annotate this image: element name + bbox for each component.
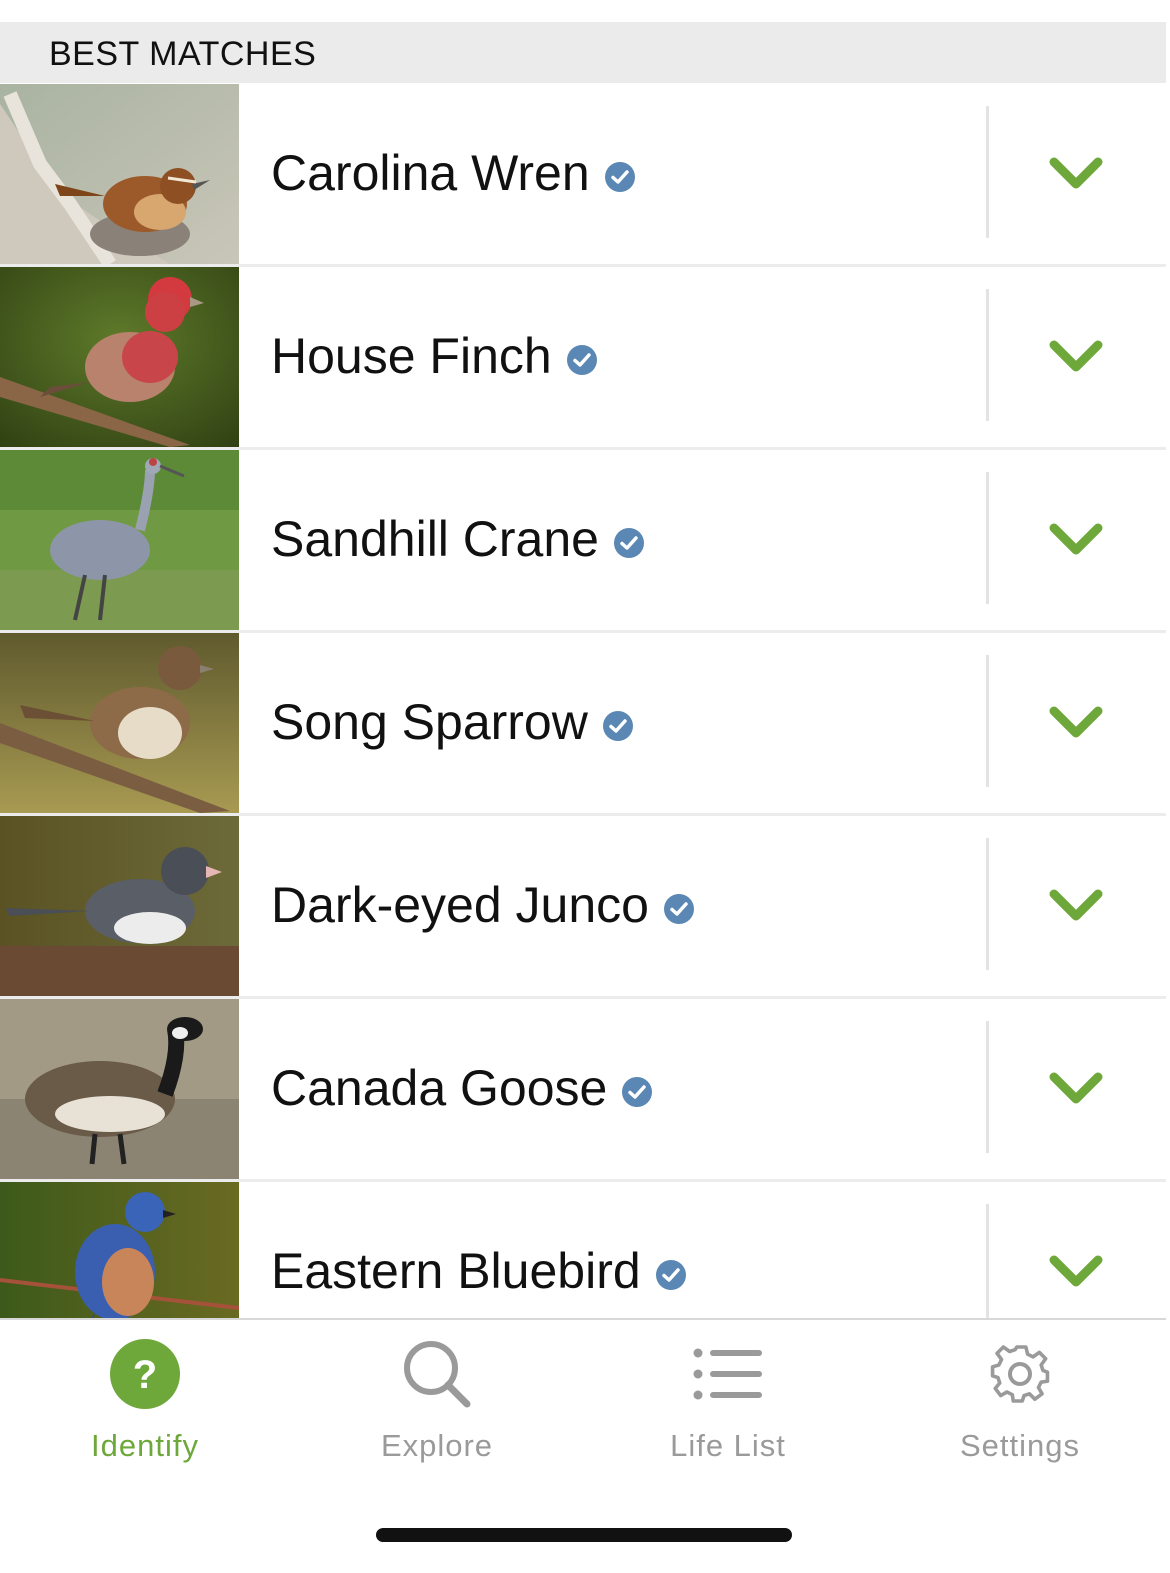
bird-name: Sandhill Crane bbox=[271, 510, 645, 568]
tab-label: Life List bbox=[670, 1428, 786, 1463]
row-divider bbox=[986, 1204, 989, 1322]
app-screen: BEST MATCHES Carolina Wren House Finch S… bbox=[0, 0, 1170, 1573]
bird-name: Dark-eyed Junco bbox=[271, 876, 695, 934]
verified-check-icon bbox=[602, 711, 633, 741]
tab-life-list[interactable]: Life List bbox=[628, 1338, 828, 1464]
row-divider bbox=[986, 289, 989, 421]
bird-photo bbox=[0, 450, 239, 630]
row-divider bbox=[986, 1021, 989, 1153]
bird-photo bbox=[0, 1182, 239, 1322]
chevron-down-icon[interactable] bbox=[1048, 156, 1104, 192]
verified-check-icon bbox=[655, 1260, 686, 1290]
home-indicator bbox=[376, 1528, 792, 1542]
tab-identify[interactable]: ? Identify bbox=[45, 1338, 245, 1464]
tab-label: Explore bbox=[380, 1428, 494, 1463]
search-icon bbox=[404, 1341, 471, 1408]
chevron-down-icon[interactable] bbox=[1048, 705, 1104, 741]
chevron-down-icon[interactable] bbox=[1048, 1071, 1104, 1107]
row-divider bbox=[986, 106, 989, 238]
verified-check-icon bbox=[604, 162, 635, 192]
chevron-down-icon[interactable] bbox=[1048, 522, 1104, 558]
bird-photo bbox=[0, 999, 239, 1179]
tab-settings[interactable]: Settings bbox=[920, 1338, 1120, 1464]
list-item-carolina-wren[interactable]: Carolina Wren bbox=[0, 84, 1166, 267]
bird-name: Canada Goose bbox=[271, 1059, 653, 1117]
tab-label: Identify bbox=[91, 1428, 199, 1463]
row-divider bbox=[986, 472, 989, 604]
list-icon bbox=[693, 1348, 762, 1400]
verified-check-icon bbox=[622, 1077, 653, 1107]
question-icon: ? bbox=[110, 1339, 180, 1409]
tab-label: Settings bbox=[959, 1428, 1080, 1463]
verified-check-icon bbox=[566, 345, 597, 375]
verified-check-icon bbox=[613, 528, 644, 558]
chevron-down-icon[interactable] bbox=[1048, 339, 1104, 375]
bird-photo bbox=[0, 816, 239, 996]
bird-photo bbox=[0, 84, 239, 264]
chevron-down-icon[interactable] bbox=[1048, 888, 1104, 924]
list-item-eastern-bluebird[interactable]: Eastern Bluebird bbox=[0, 1182, 1166, 1322]
tab-explore[interactable]: Explore bbox=[337, 1338, 537, 1464]
row-divider bbox=[986, 838, 989, 970]
verified-check-icon bbox=[663, 894, 694, 924]
section-header: BEST MATCHES bbox=[0, 22, 1166, 83]
bird-match-list: Carolina Wren House Finch Sandhill Crane… bbox=[0, 84, 1166, 1322]
row-divider bbox=[986, 655, 989, 787]
bird-photo bbox=[0, 267, 239, 447]
list-item-canada-goose[interactable]: Canada Goose bbox=[0, 999, 1166, 1182]
gear-icon bbox=[990, 1345, 1050, 1403]
list-item-dark-eyed-junco[interactable]: Dark-eyed Junco bbox=[0, 816, 1166, 999]
list-item-song-sparrow[interactable]: Song Sparrow bbox=[0, 633, 1166, 816]
bird-name: House Finch bbox=[271, 327, 598, 385]
bird-name: Song Sparrow bbox=[271, 693, 634, 751]
list-item-sandhill-crane[interactable]: Sandhill Crane bbox=[0, 450, 1166, 633]
list-item-house-finch[interactable]: House Finch bbox=[0, 267, 1166, 450]
section-title: BEST MATCHES bbox=[49, 35, 317, 73]
svg-text:?: ? bbox=[133, 1353, 157, 1397]
chevron-down-icon[interactable] bbox=[1048, 1254, 1104, 1290]
bird-photo bbox=[0, 633, 239, 813]
bird-name: Eastern Bluebird bbox=[271, 1242, 687, 1300]
bird-name: Carolina Wren bbox=[271, 144, 636, 202]
